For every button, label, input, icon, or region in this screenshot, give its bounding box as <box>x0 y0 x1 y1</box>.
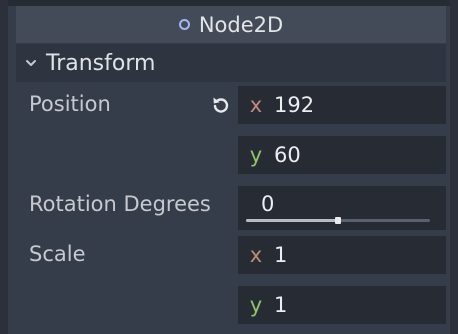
section-transform[interactable]: Transform <box>16 44 446 82</box>
position-x-field[interactable]: x 192 <box>238 86 446 124</box>
position-y-field[interactable]: y 60 <box>238 136 446 174</box>
property-label-scale: Scale <box>29 242 86 266</box>
class-header-node2d: Node2D <box>16 6 446 43</box>
node2d-icon <box>178 19 190 30</box>
scale-y-value: 1 <box>274 293 288 317</box>
axis-label-x: x <box>249 93 263 117</box>
axis-label-y: y <box>249 293 263 317</box>
slider-track[interactable] <box>246 217 430 224</box>
position-y-value: 60 <box>274 143 301 167</box>
scale-x-value: 1 <box>274 243 288 267</box>
class-name: Node2D <box>198 12 284 37</box>
section-title: Transform <box>46 50 156 76</box>
slider-fill <box>246 219 338 222</box>
property-label-rotation: Rotation Degrees <box>29 192 211 216</box>
chevron-down-icon[interactable] <box>24 56 38 70</box>
axis-label-x: x <box>249 243 263 267</box>
panel-right-edge <box>450 0 458 334</box>
rotation-degrees-slider[interactable]: 0 <box>238 186 446 230</box>
panel-left-edge <box>0 0 8 334</box>
inspector-panel: Node2D Transform Position x 192 y 60 Rot… <box>0 0 458 334</box>
scale-y-field[interactable]: y 1 <box>238 286 446 324</box>
position-x-value: 192 <box>274 93 315 117</box>
revert-icon[interactable] <box>209 93 233 117</box>
axis-label-y: y <box>249 143 263 167</box>
property-label-position: Position <box>29 92 111 116</box>
scale-x-field[interactable]: x 1 <box>238 236 446 274</box>
slider-grabber[interactable] <box>335 217 341 224</box>
rotation-value: 0 <box>261 192 275 216</box>
